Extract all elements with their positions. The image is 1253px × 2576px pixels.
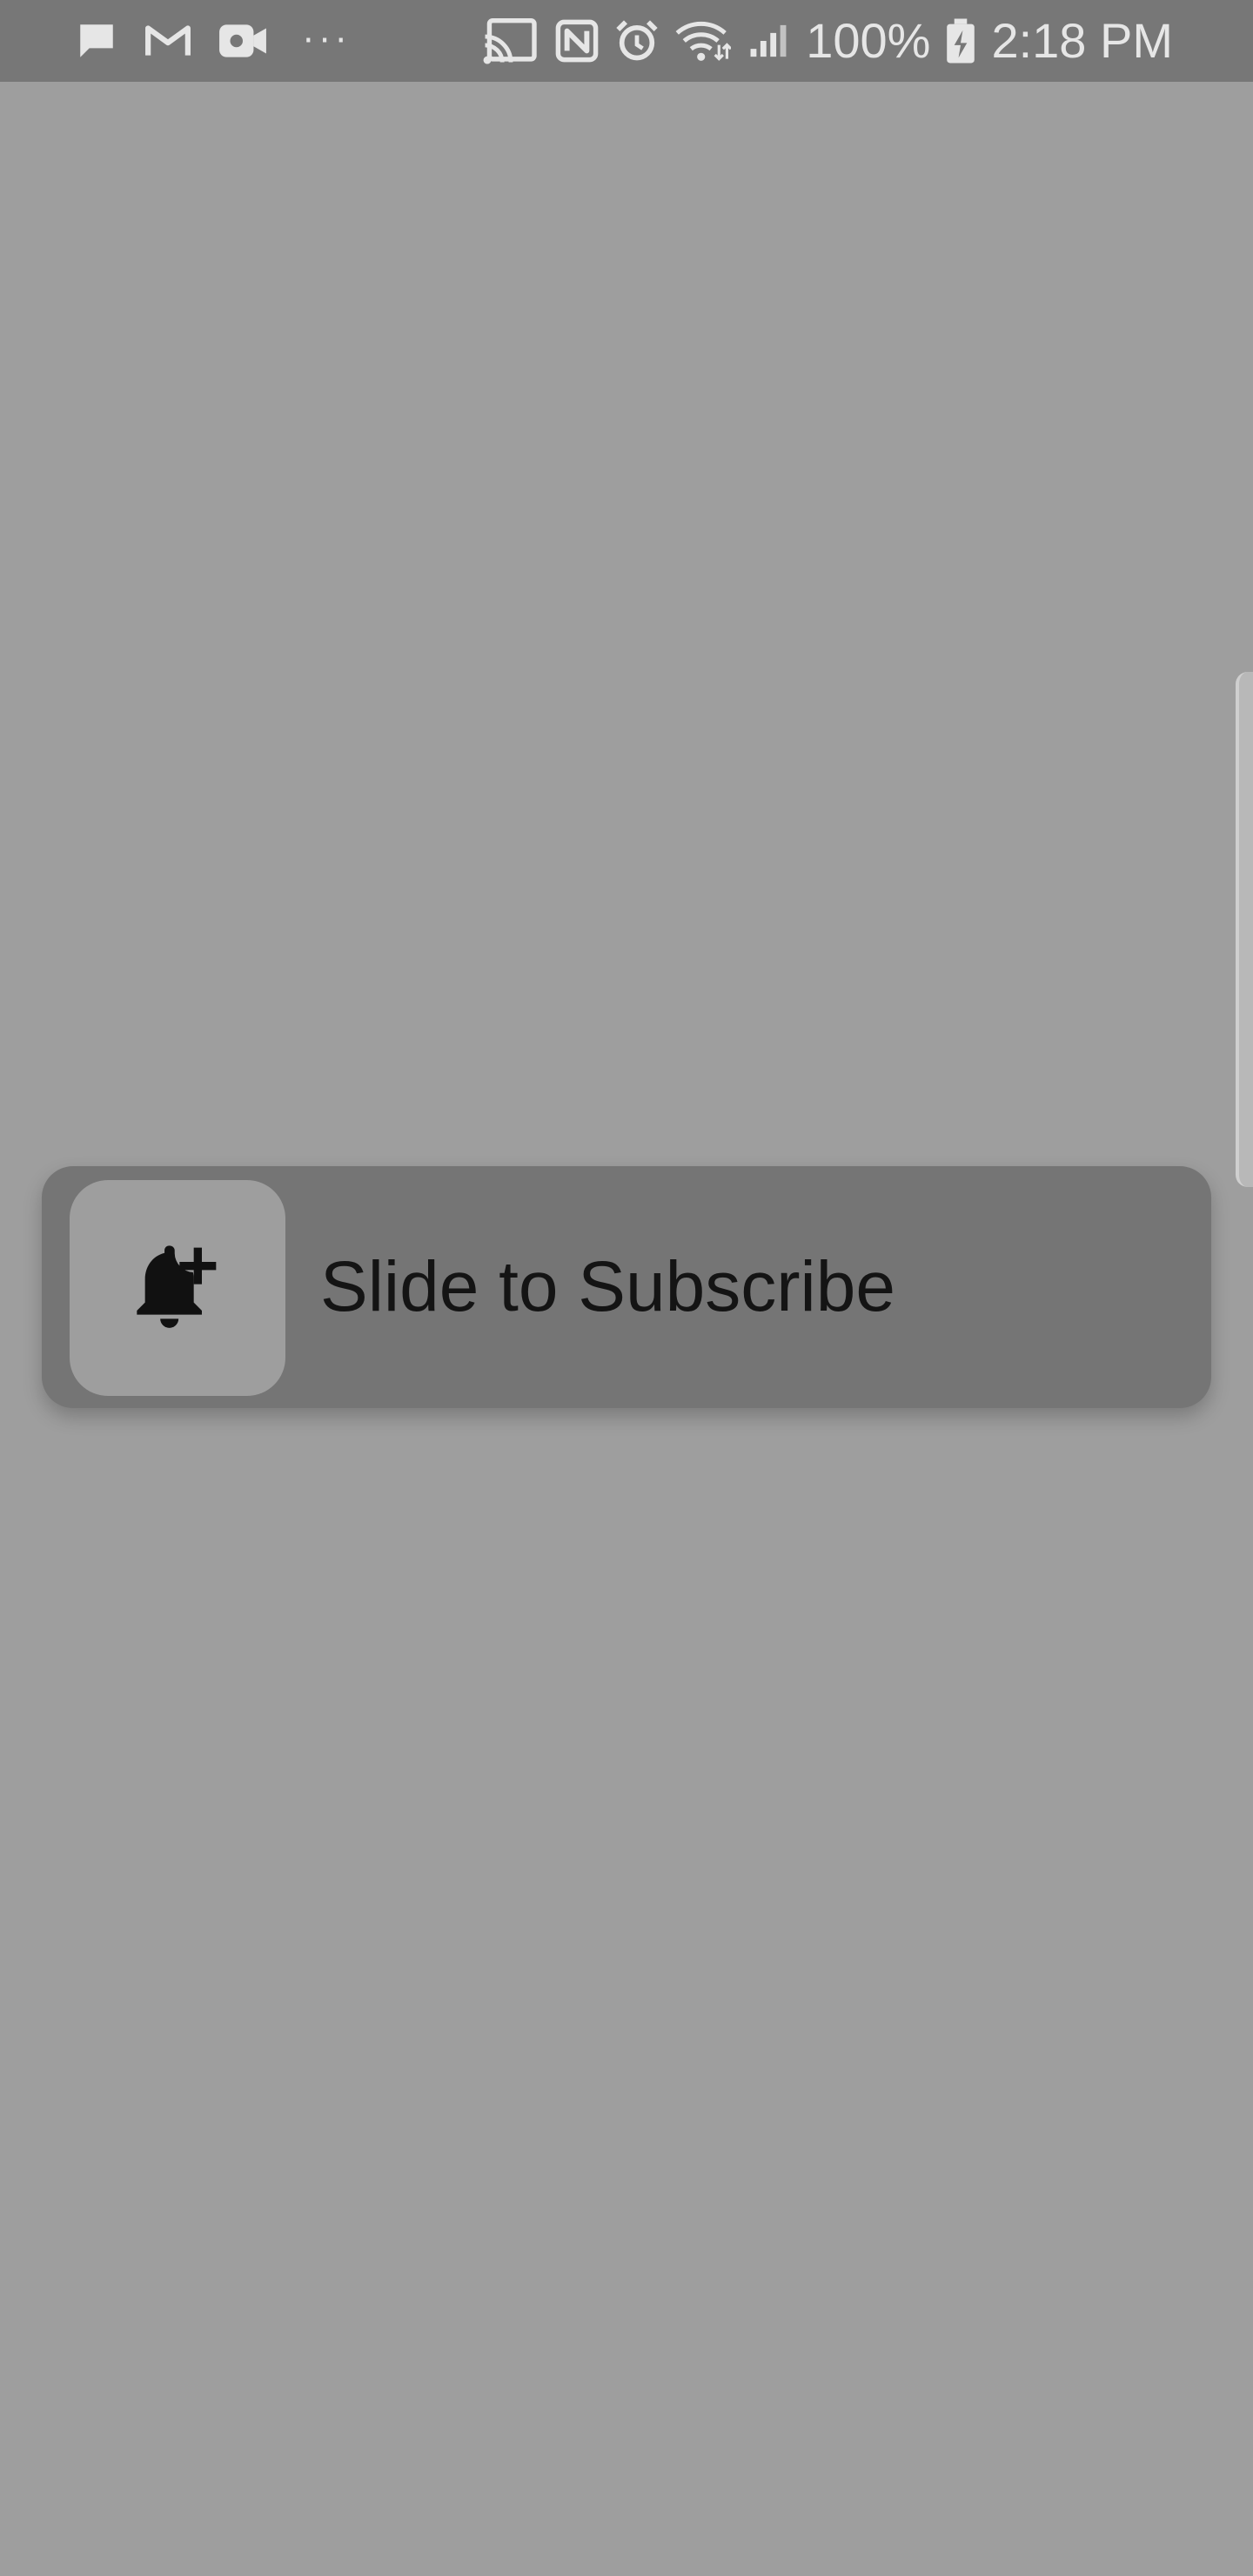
bell-plus-icon bbox=[129, 1238, 226, 1339]
slide-to-subscribe-track[interactable]: Slide to Subscribe bbox=[42, 1166, 1211, 1408]
more-notifications-indicator: ··· bbox=[303, 21, 352, 61]
status-bar-left: ··· bbox=[75, 0, 352, 82]
slide-to-subscribe-thumb[interactable] bbox=[70, 1180, 285, 1396]
edge-panel-handle[interactable] bbox=[1236, 672, 1253, 1187]
gmail-icon bbox=[144, 22, 191, 60]
signal-icon bbox=[747, 21, 790, 61]
video-icon bbox=[218, 21, 268, 61]
battery-charging-icon bbox=[946, 17, 975, 64]
battery-percent: 100% bbox=[806, 13, 931, 68]
clock-time: 2:18 PM bbox=[991, 13, 1173, 68]
wifi-icon bbox=[675, 18, 732, 64]
status-bar-right: 100% 2:18 PM bbox=[482, 0, 1173, 82]
message-icon bbox=[75, 19, 118, 63]
screen: ··· 100% 2:18 PM Slide to Subscribe bbox=[0, 0, 1253, 2576]
alarm-icon bbox=[614, 18, 660, 64]
cast-icon bbox=[482, 17, 539, 64]
status-bar: ··· 100% 2:18 PM bbox=[0, 0, 1253, 82]
slide-to-subscribe-label: Slide to Subscribe bbox=[320, 1247, 895, 1326]
nfc-icon bbox=[555, 19, 599, 63]
